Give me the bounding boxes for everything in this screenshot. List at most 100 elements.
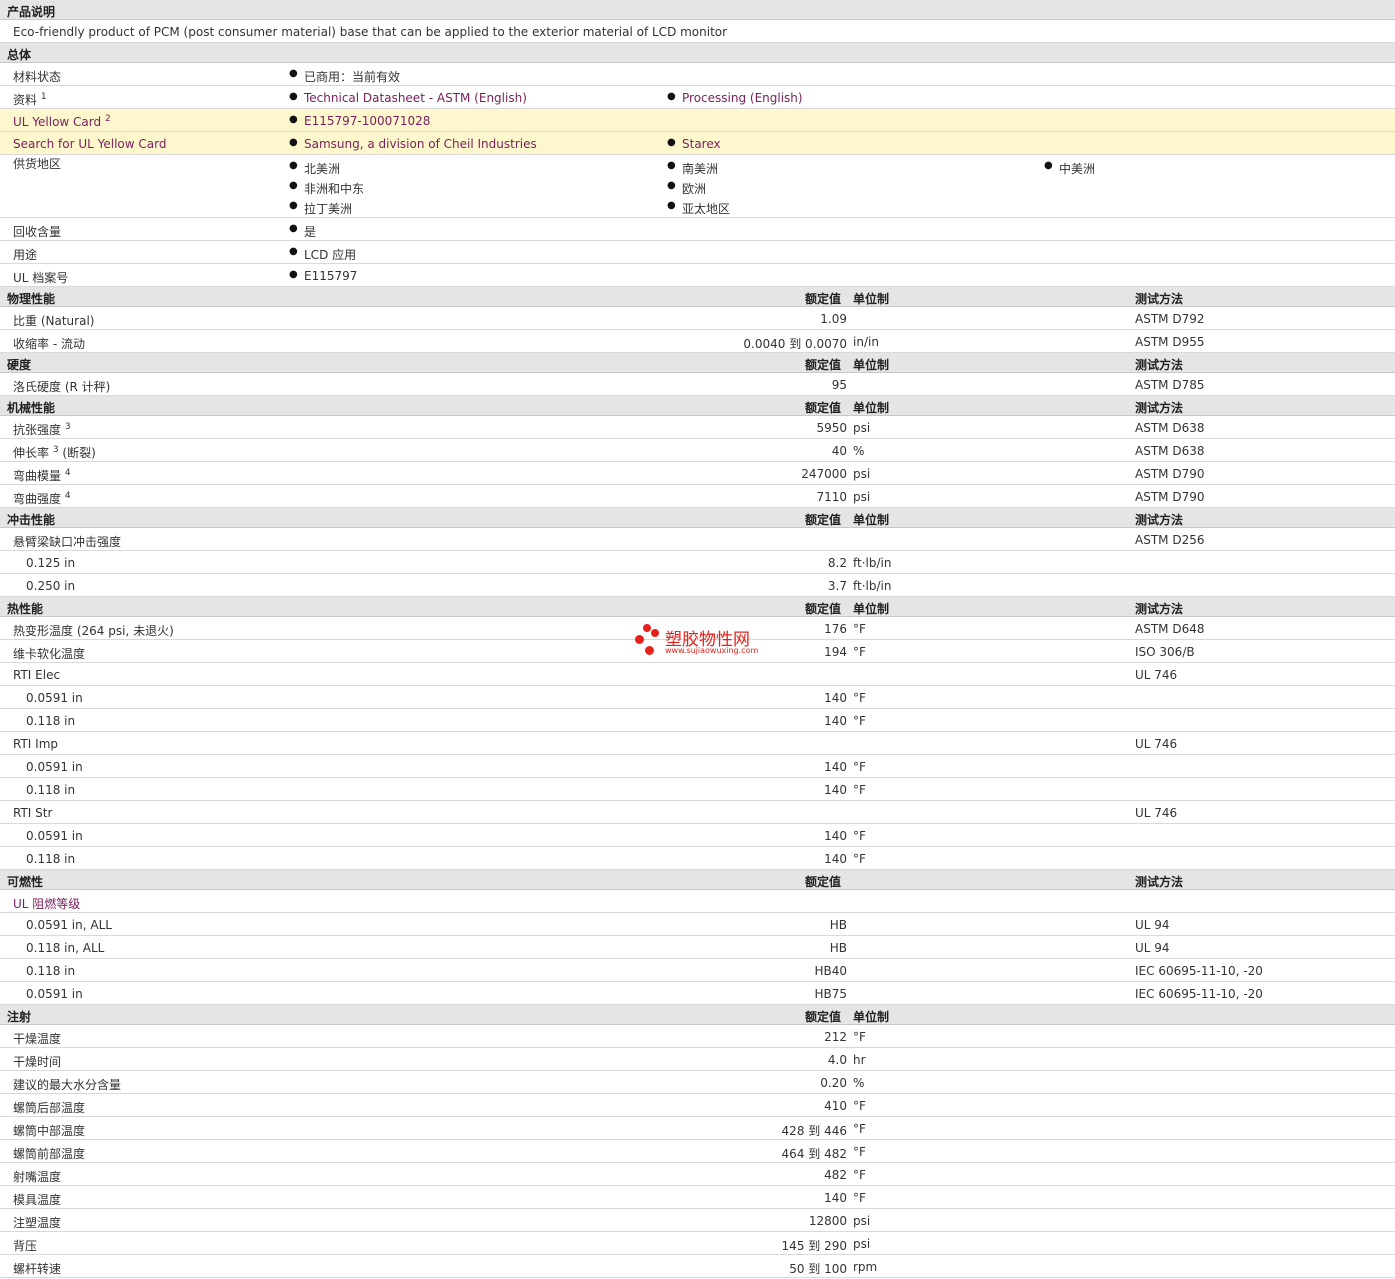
section-title: 热性能 bbox=[7, 602, 44, 616]
property-row: RTI Str UL 746 bbox=[0, 801, 1395, 824]
property-name: 射嘴温度 bbox=[13, 1170, 62, 1184]
property-row: RTI Elec UL 746 bbox=[0, 663, 1395, 686]
property-name: 0.125 in bbox=[26, 556, 76, 570]
product-description-row: Eco-friendly product of PCM (post consum… bbox=[0, 20, 1395, 43]
property-unit: °F bbox=[853, 1099, 866, 1113]
property-unit: °F bbox=[853, 622, 866, 636]
property-unit: °F bbox=[853, 1145, 866, 1159]
property-label: 0.118 in bbox=[26, 964, 75, 978]
test-method: ISO 306/B bbox=[1135, 645, 1195, 659]
property-label: RTI Elec bbox=[13, 668, 60, 682]
starex-link[interactable]: Starex bbox=[667, 137, 720, 151]
property-row: 螺杆转速 50 到 100 rpm bbox=[0, 1255, 1395, 1278]
property-value: 140 bbox=[824, 714, 847, 728]
property-value: 464 到 482 bbox=[781, 1147, 847, 1161]
property-name: 0.0591 in bbox=[26, 691, 83, 705]
property-unit: °F bbox=[853, 1030, 866, 1044]
processing-link[interactable]: Processing (English) bbox=[667, 91, 803, 105]
general-row-supply-regions: 供货地区 北美洲 南美洲 中美洲 非洲和中东 欧洲 拉丁美洲 亚太地区 bbox=[0, 155, 1395, 218]
column-header-unit: 单位制 bbox=[853, 358, 890, 372]
section-header-physical: 物理性能 额定值 单位制 测试方法 bbox=[0, 287, 1395, 307]
property-row: 建议的最大水分含量 0.20% bbox=[0, 1071, 1395, 1094]
property-value: 176 bbox=[824, 622, 847, 636]
property-name: 悬臂梁缺口冲击强度 bbox=[13, 535, 122, 549]
property-label: 建议的最大水分含量 bbox=[13, 1076, 121, 1093]
property-name: 0.118 in, ALL bbox=[26, 941, 105, 955]
property-label: 干燥时间 bbox=[13, 1053, 61, 1070]
property-name: 0.0591 in, ALL bbox=[26, 918, 112, 932]
section-header-impact: 冲击性能 额定值 单位制 测试方法 bbox=[0, 508, 1395, 528]
section-impact: 冲击性能 额定值 单位制 测试方法 悬臂梁缺口冲击强度 ASTM D256 0.125 in… bbox=[0, 508, 1395, 597]
property-name: 螺筒后部温度 bbox=[13, 1101, 86, 1115]
property-unit: psi bbox=[853, 467, 871, 481]
property-name: 0.118 in bbox=[26, 964, 76, 978]
property-row: 0.118 in, ALL HB UL 94 bbox=[0, 936, 1395, 959]
property-unit: psi bbox=[853, 1237, 871, 1251]
general-row-material-status: 材料状态 已商用：当前有效 bbox=[0, 63, 1395, 86]
property-value: 482 bbox=[824, 1168, 847, 1182]
property-value: 12800 bbox=[808, 1214, 847, 1228]
property-unit: psi bbox=[853, 1214, 871, 1228]
property-label: 0.0591 in, ALL bbox=[26, 918, 112, 932]
property-row: 比重 (Natural) 1.09 ASTM D792 bbox=[0, 307, 1395, 330]
test-method: ASTM D790 bbox=[1135, 490, 1205, 504]
test-method: ASTM D955 bbox=[1135, 335, 1205, 349]
property-value: HB40 bbox=[814, 964, 847, 978]
property-value: 428 到 446 bbox=[781, 1124, 847, 1138]
property-unit: psi bbox=[853, 490, 871, 504]
property-row: 0.0591 in, ALL HB UL 94 bbox=[0, 913, 1395, 936]
property-value: 212 bbox=[824, 1030, 847, 1044]
property-label: 0.125 in bbox=[26, 556, 75, 570]
region-item: 欧洲 bbox=[667, 180, 706, 197]
property-row: 0.0591 in 140 °F bbox=[0, 755, 1395, 778]
column-header-unit: 单位制 bbox=[853, 602, 890, 616]
section-title: 机械性能 bbox=[7, 401, 56, 415]
test-method: ASTM D638 bbox=[1135, 444, 1205, 458]
property-label: 0.118 in bbox=[26, 783, 75, 797]
property-name: 注塑温度 bbox=[13, 1216, 62, 1230]
watermark-url: www.sujiaowuxing.com bbox=[665, 646, 759, 655]
ul-file-value: E115797 bbox=[289, 269, 358, 283]
general-row-use: 用途 LCD 应用 bbox=[0, 241, 1395, 264]
property-name: 弯曲模量 bbox=[13, 469, 62, 483]
property-name: 伸长率 bbox=[13, 446, 50, 460]
test-method: UL 746 bbox=[1135, 806, 1178, 820]
ul-yellow-card-link[interactable]: E115797-100071028 bbox=[289, 114, 430, 128]
property-name: 比重 bbox=[13, 314, 38, 328]
property-name: 0.0591 in bbox=[26, 829, 83, 843]
property-value: 50 到 100 bbox=[789, 1262, 847, 1276]
technical-datasheet-link[interactable]: Technical Datasheet - ASTM (English) bbox=[289, 91, 527, 105]
test-method: UL 94 bbox=[1135, 941, 1170, 955]
region-item: 拉丁美洲 bbox=[289, 200, 352, 217]
section-title: 物理性能 bbox=[7, 292, 56, 306]
property-value: 140 bbox=[824, 691, 847, 705]
property-row: 0.118 in 140 °F bbox=[0, 778, 1395, 801]
row-label: 回收含量 bbox=[13, 225, 62, 239]
property-label: 比重 (Natural) bbox=[13, 312, 94, 329]
footnote-marker: 2 bbox=[104, 114, 111, 124]
property-unit: °F bbox=[853, 783, 866, 797]
column-header-unit: 单位制 bbox=[853, 401, 890, 415]
test-method: UL 746 bbox=[1135, 737, 1178, 751]
row-label: 材料状态 bbox=[13, 70, 62, 84]
property-label: 0.0591 in bbox=[26, 760, 83, 774]
property-label: 注塑温度 bbox=[13, 1214, 61, 1231]
footnote-marker: 1 bbox=[40, 92, 47, 102]
property-unit: °F bbox=[853, 645, 866, 659]
column-header-value: 额定值 bbox=[805, 358, 842, 372]
property-condition: - 流动 bbox=[52, 337, 85, 351]
row-label: UL 档案号 bbox=[13, 271, 69, 285]
property-row: 洛氏硬度 (R 计秤) 95 ASTM D785 bbox=[0, 373, 1395, 396]
property-label: 0.0591 in bbox=[26, 691, 83, 705]
property-name: 螺杆转速 bbox=[13, 1262, 62, 1276]
property-row: 螺筒中部温度 428 到 446 °F bbox=[0, 1117, 1395, 1140]
property-label: 螺筒后部温度 bbox=[13, 1099, 85, 1116]
samsung-link[interactable]: Samsung, a division of Cheil Industries bbox=[289, 137, 537, 151]
property-label: 收缩率 - 流动 bbox=[13, 335, 85, 352]
column-header-unit: 单位制 bbox=[853, 292, 890, 306]
property-unit: °F bbox=[853, 760, 866, 774]
property-value: HB bbox=[829, 918, 847, 932]
property-value: 0.20 bbox=[820, 1076, 847, 1090]
property-row: UL 阻燃等级 bbox=[0, 890, 1395, 913]
property-row: 悬臂梁缺口冲击强度 ASTM D256 bbox=[0, 528, 1395, 551]
